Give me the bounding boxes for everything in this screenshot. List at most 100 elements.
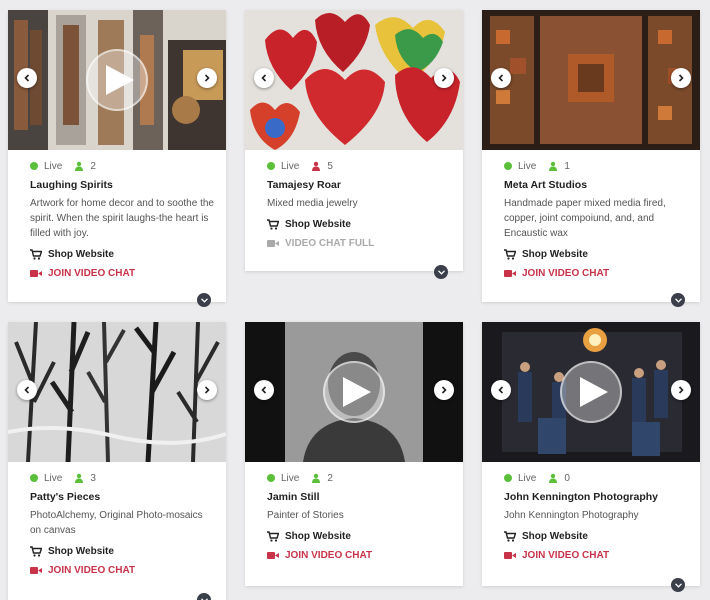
- chevron-down-icon: [437, 269, 445, 275]
- person-icon: [75, 473, 84, 483]
- video-chat-label: VIDEO CHAT FULL: [285, 238, 375, 249]
- join-video-chat-button[interactable]: JOIN VIDEO CHAT: [30, 268, 216, 279]
- person-icon: [312, 473, 321, 483]
- chevron-right-icon: [204, 386, 210, 394]
- live-indicator-icon: [30, 474, 38, 482]
- status-row: Live 5: [267, 159, 453, 173]
- artwork-image: [245, 10, 463, 150]
- cart-icon: [504, 531, 516, 542]
- chevron-left-icon: [498, 386, 504, 394]
- video-camera-icon: [267, 240, 279, 247]
- shop-website-label: Shop Website: [48, 546, 114, 557]
- cart-icon: [267, 219, 279, 230]
- shop-website-link[interactable]: Shop Website: [267, 219, 453, 230]
- carousel-next-button[interactable]: [197, 380, 217, 400]
- viewer-count: 5: [327, 160, 333, 172]
- video-chat-full-label: VIDEO CHAT FULL: [267, 238, 453, 249]
- chevron-down-icon: [674, 582, 682, 588]
- status-row: Live 2: [30, 159, 216, 173]
- chevron-down-icon: [674, 297, 682, 303]
- artist-card: Live 2 Jamin Still Painter of Stories Sh…: [245, 322, 463, 586]
- card-image[interactable]: [8, 322, 226, 462]
- artist-description: Mixed media jewelry: [267, 198, 358, 209]
- carousel-prev-button[interactable]: [17, 380, 37, 400]
- viewer-count: 3: [90, 472, 96, 484]
- live-indicator-icon: [267, 162, 275, 170]
- artist-name: Patty's Pieces: [30, 491, 101, 503]
- cart-icon: [504, 249, 516, 260]
- chevron-down-icon: [200, 297, 208, 303]
- expand-card-button[interactable]: [671, 293, 685, 307]
- play-video-button[interactable]: [323, 361, 385, 423]
- artwork-image: [8, 322, 226, 462]
- chevron-left-icon: [24, 386, 30, 394]
- cart-icon: [30, 249, 42, 260]
- artist-description: Painter of Stories: [267, 510, 344, 521]
- chevron-right-icon: [678, 74, 684, 82]
- viewer-count: 2: [327, 472, 333, 484]
- video-chat-label: JOIN VIDEO CHAT: [522, 550, 610, 561]
- shop-website-link[interactable]: Shop Website: [504, 249, 690, 260]
- carousel-next-button[interactable]: [434, 68, 454, 88]
- carousel-next-button[interactable]: [434, 380, 454, 400]
- video-chat-label: JOIN VIDEO CHAT: [522, 268, 610, 279]
- card-image[interactable]: [482, 10, 700, 150]
- status-row: Live 0: [504, 471, 690, 485]
- artist-name: Tamajesy Roar: [267, 179, 341, 191]
- expand-card-button[interactable]: [671, 578, 685, 592]
- viewer-count: 0: [564, 472, 570, 484]
- shop-website-link[interactable]: Shop Website: [30, 249, 216, 260]
- card-image[interactable]: [482, 322, 700, 462]
- shop-website-label: Shop Website: [522, 249, 588, 260]
- shop-website-link[interactable]: Shop Website: [504, 531, 690, 542]
- carousel-prev-button[interactable]: [254, 380, 274, 400]
- shop-website-link[interactable]: Shop Website: [30, 546, 216, 557]
- card-image[interactable]: [245, 10, 463, 150]
- artist-name: Laughing Spirits: [30, 179, 113, 191]
- status-row: Live 3: [30, 471, 216, 485]
- carousel-prev-button[interactable]: [491, 380, 511, 400]
- join-video-chat-button[interactable]: JOIN VIDEO CHAT: [504, 550, 690, 561]
- carousel-prev-button[interactable]: [17, 68, 37, 88]
- cart-icon: [30, 546, 42, 557]
- expand-card-button[interactable]: [434, 265, 448, 279]
- expand-card-button[interactable]: [197, 293, 211, 307]
- artist-card: Live 3 Patty's Pieces PhotoAlchemy, Orig…: [8, 322, 226, 600]
- carousel-prev-button[interactable]: [254, 68, 274, 88]
- carousel-prev-button[interactable]: [491, 68, 511, 88]
- play-icon: [342, 377, 371, 407]
- person-icon: [75, 161, 84, 171]
- artwork-image: [482, 10, 700, 150]
- viewer-count: 1: [564, 160, 570, 172]
- chevron-right-icon: [441, 386, 447, 394]
- status-row: Live 2: [267, 471, 453, 485]
- join-video-chat-button[interactable]: JOIN VIDEO CHAT: [30, 565, 216, 576]
- play-video-button[interactable]: [86, 49, 148, 111]
- artist-card: Live 1 Meta Art Studios Handmade paper m…: [482, 10, 700, 307]
- shop-website-label: Shop Website: [48, 249, 114, 260]
- status-row: Live 1: [504, 159, 690, 173]
- chevron-left-icon: [261, 74, 267, 82]
- card-image[interactable]: [245, 322, 463, 462]
- viewer-count: 2: [90, 160, 96, 172]
- artist-card: Live 2 Laughing Spirits Artwork for home…: [8, 10, 226, 307]
- video-camera-icon: [504, 552, 516, 559]
- cart-icon: [267, 531, 279, 542]
- video-camera-icon: [30, 567, 42, 574]
- shop-website-link[interactable]: Shop Website: [267, 531, 453, 542]
- card-image[interactable]: [8, 10, 226, 150]
- video-camera-icon: [504, 270, 516, 277]
- join-video-chat-button[interactable]: JOIN VIDEO CHAT: [504, 268, 690, 279]
- artist-description: John Kennington Photography: [504, 510, 639, 521]
- live-label: Live: [281, 160, 300, 172]
- carousel-next-button[interactable]: [197, 68, 217, 88]
- artist-description: Handmade paper mixed media fired, copper…: [504, 198, 666, 239]
- play-video-button[interactable]: [560, 361, 622, 423]
- artist-description: PhotoAlchemy, Original Photo-mosaics on …: [30, 510, 203, 536]
- artist-name: Meta Art Studios: [504, 179, 588, 191]
- carousel-next-button[interactable]: [671, 380, 691, 400]
- video-chat-label: JOIN VIDEO CHAT: [48, 268, 136, 279]
- join-video-chat-button[interactable]: JOIN VIDEO CHAT: [267, 550, 453, 561]
- expand-card-button[interactable]: [197, 593, 211, 600]
- carousel-next-button[interactable]: [671, 68, 691, 88]
